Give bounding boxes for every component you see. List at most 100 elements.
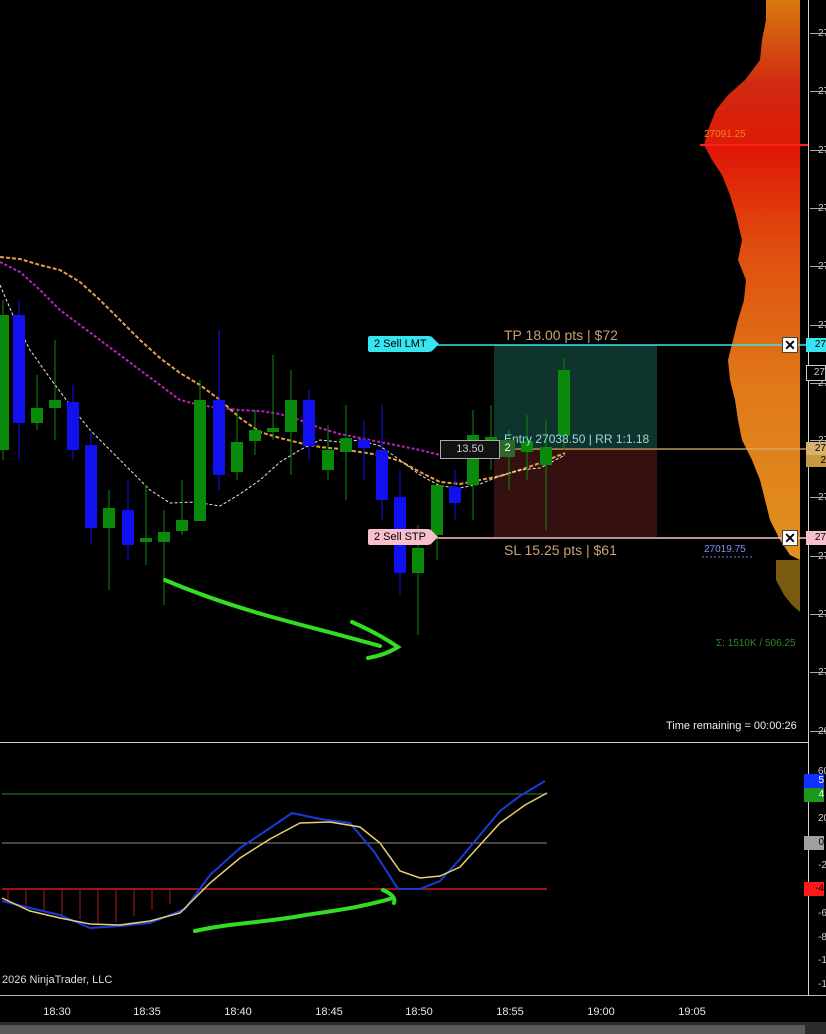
osc-marker-blue: 5	[804, 774, 824, 788]
price-tick-label: 27	[818, 261, 826, 272]
candle-body	[340, 438, 352, 452]
osc-marker-green-text: 4	[818, 789, 824, 800]
volume-summary: Σ: 1510K / 506.25	[716, 638, 796, 649]
price-tick-label: 27	[818, 667, 826, 678]
candle-body	[322, 450, 334, 470]
entry-pnl-value: 13.50	[456, 443, 484, 455]
candle-body	[249, 430, 261, 441]
entry-qty-value: 2	[504, 442, 511, 454]
candle-body	[285, 400, 297, 432]
osc-marker-red: -4	[804, 882, 824, 896]
osc-marker-gray: 0	[804, 836, 824, 850]
osc-marker-gray-text: 0	[818, 837, 824, 848]
time-label: 18:45	[315, 1006, 343, 1018]
osc-blue-line	[1, 780, 546, 930]
close-sl-order-button[interactable]: ✕	[782, 530, 798, 546]
low-price-label: 27019.75	[704, 544, 746, 555]
entry-pnl-box[interactable]: 13.50	[440, 440, 500, 459]
close-icon: ✕	[784, 337, 796, 353]
poc-price-label: 27091.25	[704, 129, 746, 140]
candle-body	[0, 315, 9, 450]
entry-price-marker-text: 27	[814, 443, 826, 454]
horizontal-scrollbar[interactable]	[0, 1022, 826, 1034]
time-label: 19:00	[587, 1006, 615, 1018]
sl-order-tag[interactable]: 2 Sell STP	[368, 529, 438, 545]
entry-price-marker: 27	[806, 442, 826, 456]
osc-yellow-line	[1, 792, 548, 926]
candle-body	[231, 442, 243, 472]
price-tick-label: 27	[818, 203, 826, 214]
time-label: 19:05	[678, 1006, 706, 1018]
tp-label: TP 18.00 pts | $72	[504, 327, 618, 343]
candle-body	[103, 508, 115, 528]
osc-marker-red-text: -4	[815, 883, 824, 894]
osc-tick-label: 20	[818, 813, 826, 824]
scrollbar-thumb[interactable]	[0, 1025, 805, 1034]
tp-order-label: 2 Sell LMT	[374, 338, 427, 350]
tp-price-marker: 27	[806, 338, 826, 352]
entry-qty-box[interactable]: 2	[500, 440, 515, 457]
price-tick-label: 27	[818, 609, 826, 620]
osc-tick-label: -2	[818, 860, 826, 871]
price-tick-label: 27	[818, 551, 826, 562]
time-label: 18:40	[224, 1006, 252, 1018]
sl-price-marker-text: 27	[814, 532, 826, 543]
candle-body	[540, 447, 552, 465]
sl-zone	[494, 449, 657, 537]
candle-body	[158, 532, 170, 542]
sl-price-marker: 27	[806, 531, 826, 545]
time-label: 18:30	[43, 1006, 71, 1018]
price-tick-label: 27	[818, 86, 826, 97]
candle-body	[558, 370, 570, 436]
sl-order-label: 2 Sell STP	[374, 531, 426, 543]
price-tick-label: 27	[818, 492, 826, 503]
entry-price-marker-2-text: 2	[820, 455, 826, 466]
ma-white	[0, 284, 566, 507]
close-icon: ✕	[784, 530, 796, 546]
osc-tick-label: -1	[818, 979, 826, 990]
candle-body	[67, 402, 79, 450]
candle-body	[176, 520, 188, 531]
time-label: 18:35	[133, 1006, 161, 1018]
candle-body	[122, 510, 134, 545]
candle-body	[267, 428, 279, 432]
candle-body	[49, 400, 61, 408]
annotation-arrow	[163, 578, 402, 660]
volume-profile-top	[704, 0, 800, 560]
tp-order-tag[interactable]: 2 Sell LMT	[368, 336, 439, 352]
osc-marker-blue-text: 5	[818, 775, 824, 786]
entry-price-marker-2: 2	[806, 455, 826, 467]
candlesticks	[0, 300, 570, 635]
volume-profile-bottom	[776, 560, 800, 612]
price-tick-label: 27	[818, 320, 826, 331]
time-label: 18:50	[405, 1006, 433, 1018]
oscillator-chart[interactable]	[0, 743, 826, 995]
candle-body	[140, 538, 152, 542]
tp-price-marker-text: 27	[814, 339, 826, 350]
candle-body	[358, 440, 370, 448]
last-price-marker: 27	[806, 365, 826, 381]
candle-body	[13, 315, 25, 423]
candle-body	[303, 400, 315, 446]
price-chart[interactable]	[0, 0, 826, 742]
price-tick-label: 26	[818, 726, 826, 737]
price-tick-label: 27	[818, 145, 826, 156]
osc-histogram	[7, 889, 171, 924]
candle-body	[194, 400, 206, 521]
candle-body	[431, 485, 443, 535]
osc-annotation-arrow	[193, 888, 397, 933]
candle-body	[213, 400, 225, 475]
entry-label: Entry 27038.50 | RR 1:1.18	[504, 432, 650, 446]
candle-body	[449, 487, 461, 503]
copyright: 2026 NinjaTrader, LLC	[2, 974, 113, 986]
candle-body	[31, 408, 43, 423]
panel-divider[interactable]	[0, 742, 808, 743]
time-remaining: Time remaining = 00:00:26	[666, 720, 797, 732]
osc-tick-label: -8	[818, 932, 826, 943]
price-tick-label: 27	[818, 28, 826, 39]
close-tp-order-button[interactable]: ✕	[782, 337, 798, 353]
osc-tick-label: -6	[818, 908, 826, 919]
sl-label: SL 15.25 pts | $61	[504, 542, 617, 558]
osc-marker-green: 4	[804, 788, 824, 802]
osc-tick-label: -1	[818, 955, 826, 966]
